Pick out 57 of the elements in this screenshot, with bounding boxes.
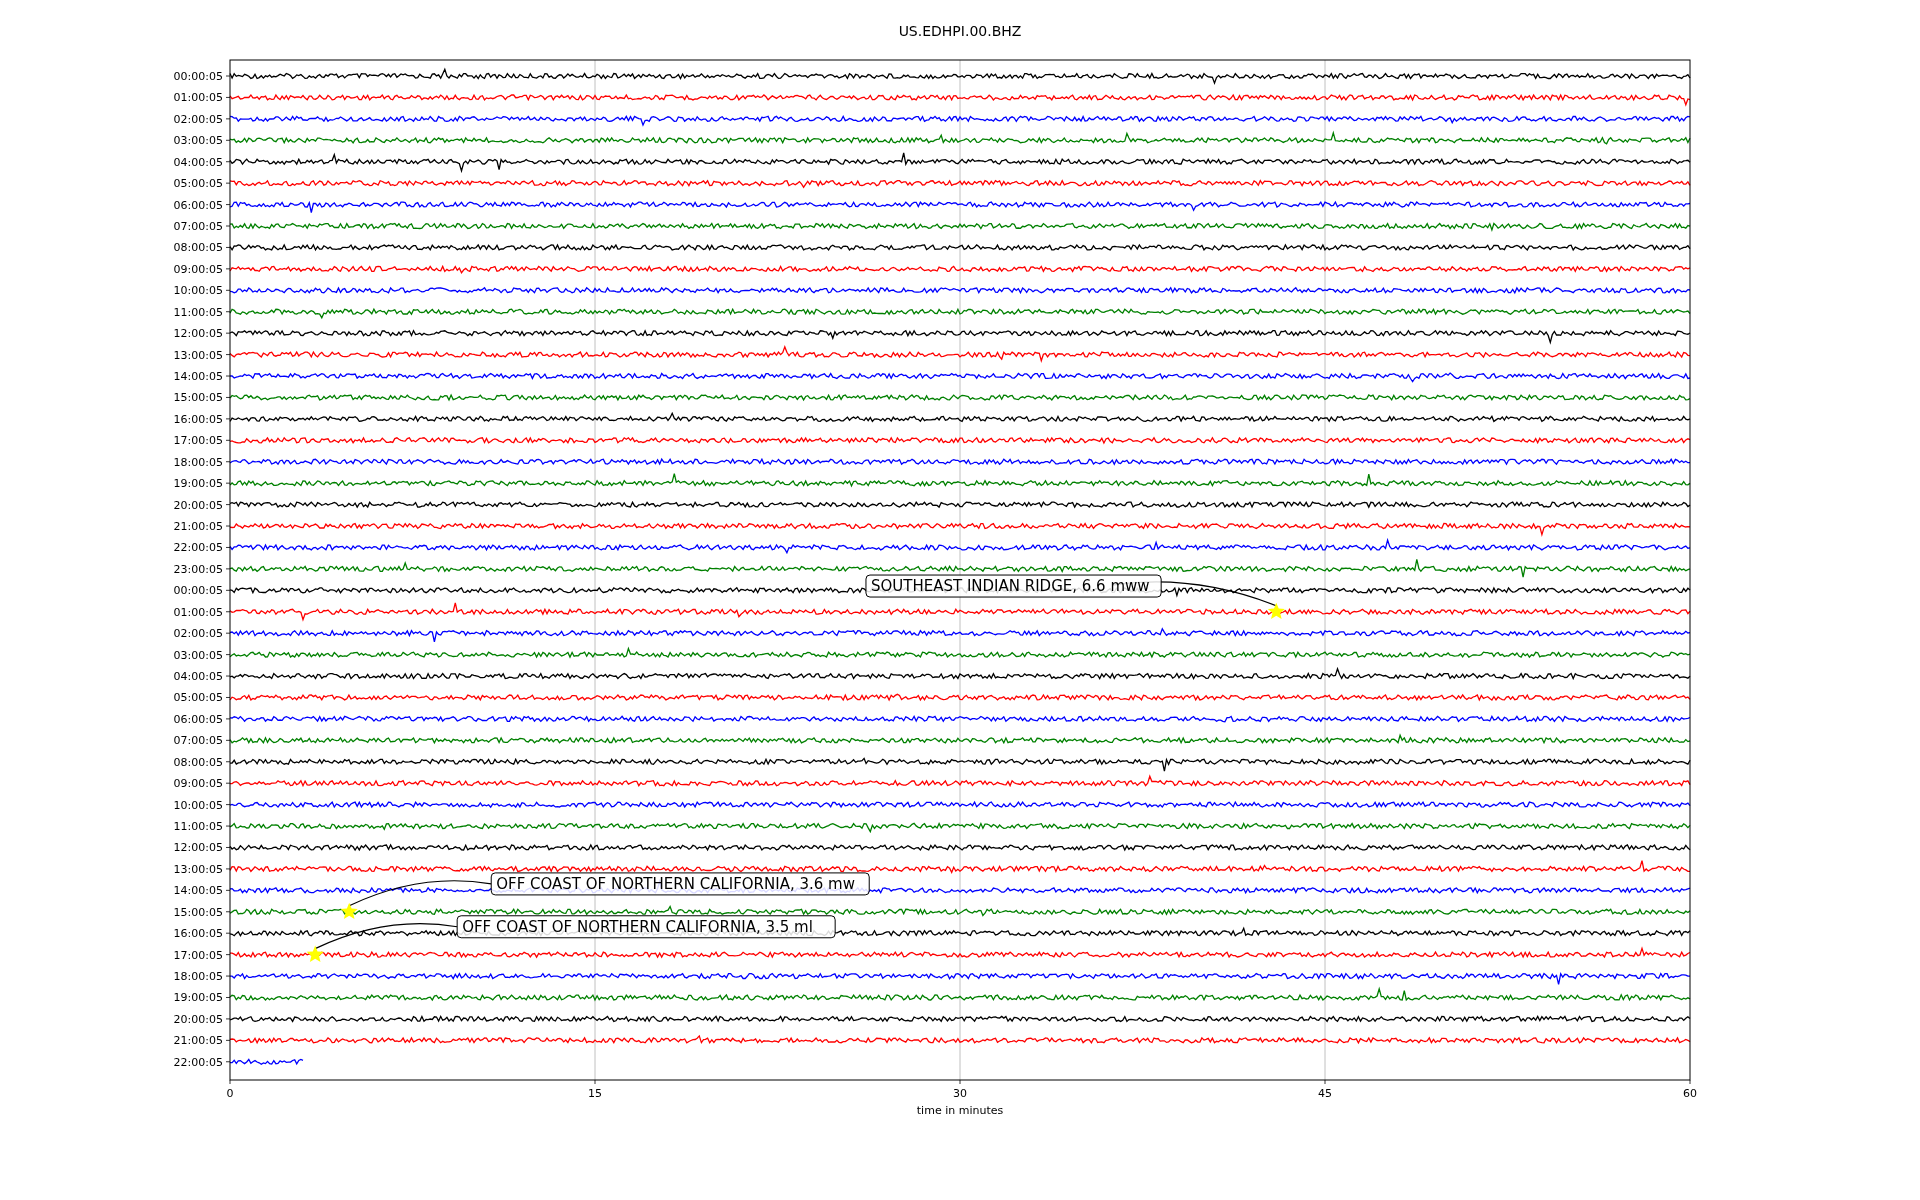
y-tick-label: 02:00:05 [173,112,223,126]
y-tick-label: 10:00:05 [173,798,223,812]
y-tick-label: 04:00:05 [173,670,223,684]
y-tick-label: 14:00:05 [173,884,223,898]
y-tick-label: 12:00:05 [173,841,223,855]
y-tick-label: 09:00:05 [173,262,223,276]
y-tick-label: 18:00:05 [173,455,223,469]
annotation-label: OFF COAST OF NORTHERN CALIFORNIA, 3.5 ml [456,915,836,939]
y-tick-label: 15:00:05 [173,905,223,919]
plot-title: US.EDHPI.00.BHZ [898,23,1022,39]
y-tick-label: 05:00:05 [173,177,223,191]
y-tick-label: 08:00:05 [173,755,223,769]
y-tick-label: 07:00:05 [173,734,223,748]
y-tick-label: 04:00:05 [173,155,223,169]
y-tick-label: 06:00:05 [173,198,223,212]
y-tick-label: 01:00:05 [173,91,223,105]
y-tick-label: 17:00:05 [173,434,223,448]
x-axis-label: time in minutes [916,1104,1004,1117]
y-tick-label: 14:00:05 [173,370,223,383]
y-tick-label: 07:00:05 [173,220,223,233]
y-tick-label: 23:00:05 [173,562,223,576]
y-tick-label: 03:00:05 [173,134,223,148]
y-tick-label: 03:00:05 [173,648,223,662]
x-tick-label: 30 [953,1087,967,1100]
y-tick-label: 00:00:05 [173,584,223,598]
y-tick-label: 01:00:05 [173,605,223,619]
y-tick-label: 09:00:05 [173,777,223,791]
y-tick-label: 15:00:05 [173,391,223,405]
y-tick-label: 10:00:05 [173,284,223,298]
y-tick-label: 16:00:05 [173,412,223,426]
y-tick-label: 21:00:05 [173,1034,223,1048]
y-tick-label: 16:00:05 [173,927,223,941]
x-tick-label: 60 [1683,1087,1697,1100]
y-tick-label: 20:00:05 [173,1012,223,1026]
y-tick-label: 13:00:05 [173,348,223,362]
y-tick-label: 17:00:05 [173,948,223,962]
y-tick-label: 11:00:05 [173,305,223,319]
y-tick-label: 21:00:05 [173,520,223,534]
x-tick-label: 0 [226,1087,234,1100]
annotation-label: OFF COAST OF NORTHERN CALIFORNIA, 3.6 mw [490,872,870,896]
y-tick-label: 12:00:05 [173,327,223,341]
y-tick-label: 13:00:05 [173,862,223,876]
y-tick-label: 00:00:05 [173,70,223,83]
y-tick-label: 20:00:05 [173,498,223,512]
y-tick-label: 19:00:05 [173,477,223,491]
y-tick-label: 08:00:05 [173,241,223,255]
x-tick-label: 15 [588,1087,602,1100]
y-tick-label: 19:00:05 [173,991,223,1005]
y-tick-label: 06:00:05 [173,712,223,726]
y-tick-label: 02:00:05 [173,627,223,641]
y-tick-label: 18:00:05 [173,970,223,984]
y-tick-label: 22:00:05 [173,541,223,555]
y-tick-label: 05:00:05 [173,691,223,705]
x-tick-label: 45 [1318,1087,1332,1100]
y-tick-label: 11:00:05 [173,820,223,834]
annotation-label: SOUTHEAST INDIAN RIDGE, 6.6 mww [865,574,1162,598]
y-tick-label: 22:00:05 [173,1055,223,1069]
